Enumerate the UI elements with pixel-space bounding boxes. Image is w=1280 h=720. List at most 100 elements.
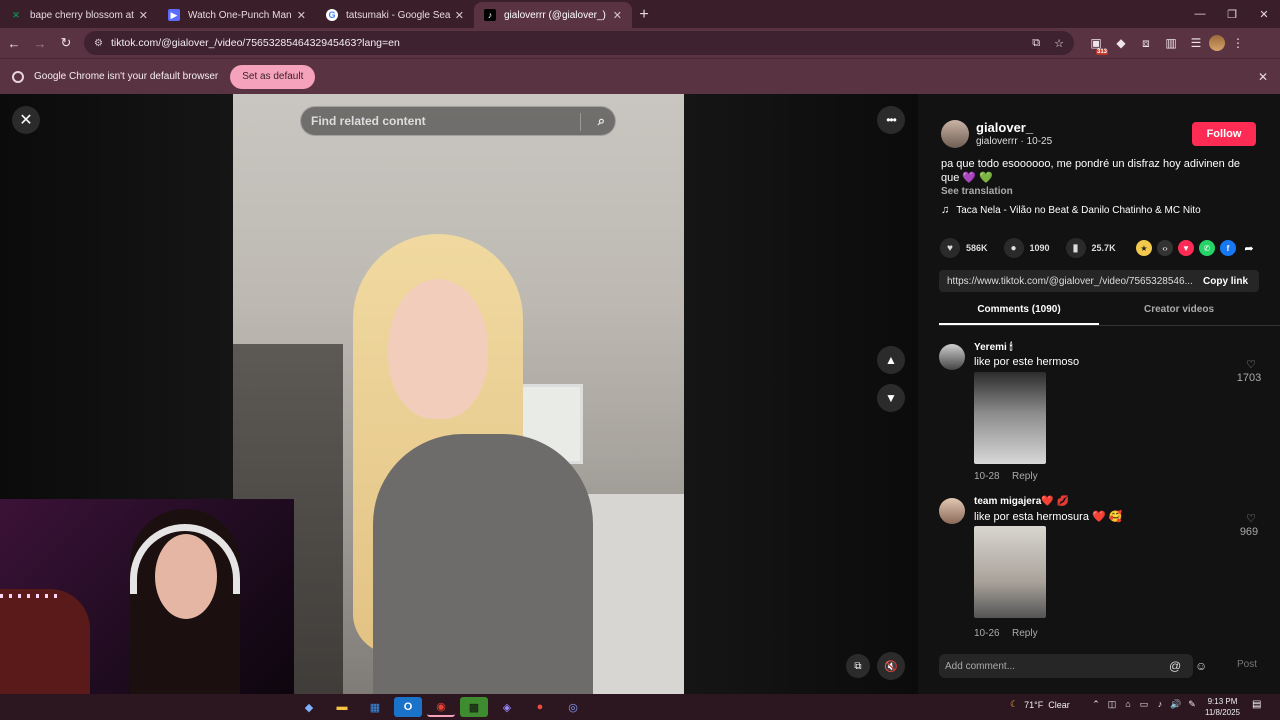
emoji-icon[interactable]: ☺	[1195, 659, 1207, 673]
back-icon[interactable]: ←	[2, 31, 26, 55]
bookmark-star-icon[interactable]: ☆	[1054, 37, 1064, 50]
infobar-message: Google Chrome isn't your default browser	[34, 71, 219, 82]
tab-title: bape cherry blossom at StockX	[30, 9, 135, 21]
chevron-up-icon[interactable]: ⌃	[1088, 699, 1104, 710]
music-note-icon: ♫	[941, 204, 950, 216]
clock[interactable]: 9:13 PM 11/8/2025	[1205, 696, 1240, 718]
search-divider	[580, 113, 581, 131]
window-controls: — ❐ ✕	[1184, 0, 1280, 28]
repost-icon[interactable]: ★	[1136, 240, 1152, 256]
post-comment-button[interactable]: Post	[1237, 659, 1257, 670]
app-icon[interactable]: ◈	[493, 697, 521, 717]
notification-icon[interactable]: ▤	[1252, 699, 1261, 710]
mention-icon[interactable]: @	[1169, 659, 1181, 673]
discord-icon[interactable]: ◎	[559, 697, 587, 717]
side-panel-icon[interactable]: ▥	[1159, 31, 1183, 55]
send-icon[interactable]: ▼	[1178, 240, 1194, 256]
game-icon[interactable]: ●	[526, 697, 554, 717]
commenter-name[interactable]: Yeremi 🕯	[974, 342, 1012, 353]
file-explorer-icon[interactable]: ▬	[328, 697, 356, 717]
whatsapp-icon[interactable]: ✆	[1199, 240, 1215, 256]
default-browser-infobar: Google Chrome isn't your default browser…	[0, 58, 1280, 94]
restore-icon[interactable]: ❐	[1216, 0, 1248, 28]
tab-strip: ✕ bape cherry blossom at StockX ✕ ▶ Watc…	[0, 0, 1280, 28]
follow-button[interactable]: Follow	[1192, 122, 1256, 146]
embed-icon[interactable]: ‹›	[1157, 240, 1173, 256]
copilot-icon[interactable]: ◆	[295, 697, 323, 717]
close-video-button[interactable]: ✕	[12, 106, 40, 134]
commenter-avatar[interactable]	[939, 344, 965, 370]
address-bar[interactable]: ⚙ tiktok.com/@gialover_/video/7565328546…	[84, 31, 1074, 55]
comment-image[interactable]	[974, 526, 1046, 618]
extensions-puzzle-icon[interactable]: ⧈	[1134, 31, 1158, 55]
close-tab-icon[interactable]: ✕	[297, 9, 306, 22]
mic-icon[interactable]: ♪	[1152, 699, 1168, 710]
url-text[interactable]: tiktok.com/@gialover_/video/756532854643…	[111, 37, 1018, 49]
minimize-icon[interactable]: —	[1184, 0, 1216, 28]
copy-link-button[interactable]: Copy link	[1203, 276, 1248, 287]
search-icon[interactable]: ⌕	[598, 113, 605, 129]
chrome-taskbar-icon[interactable]: ◉	[427, 697, 455, 717]
volume-icon[interactable]: 🔊	[1168, 699, 1184, 710]
commenter-name[interactable]: team migajera❤️ 💋	[974, 496, 1069, 507]
weather-widget[interactable]: ☾ 71°F Clear	[1010, 699, 1070, 710]
outlook-icon[interactable]: O	[394, 697, 422, 717]
share-link-url[interactable]: https://www.tiktok.com/@gialover_/video/…	[947, 276, 1193, 287]
site-info-icon[interactable]: ⚙	[94, 38, 103, 49]
like-stat[interactable]: ♥ 586K	[940, 238, 988, 258]
save-stat[interactable]: ▮ 25.7K	[1065, 238, 1116, 258]
close-tab-icon[interactable]: ✕	[139, 9, 148, 22]
close-infobar-icon[interactable]: ✕	[1258, 70, 1268, 84]
previous-video-button[interactable]: ▲	[877, 346, 905, 374]
close-window-icon[interactable]: ✕	[1248, 0, 1280, 28]
profile-avatar[interactable]	[1209, 35, 1225, 51]
forward-icon[interactable]: →	[28, 31, 52, 55]
minecraft-icon[interactable]: ▩	[460, 697, 488, 717]
author-name[interactable]: gialover_	[976, 120, 1033, 135]
mute-button[interactable]: 🔇	[877, 652, 905, 680]
reply-link[interactable]: Reply	[1012, 628, 1038, 639]
close-tab-icon[interactable]: ✕	[455, 9, 464, 22]
browser-toolbar: ← → ↻ ⚙ tiktok.com/@gialover_/video/7565…	[0, 28, 1280, 58]
share-arrow-icon[interactable]: ➦	[1241, 240, 1257, 256]
add-comment-input[interactable]: Add comment... @ ☺	[939, 654, 1207, 678]
set-default-button[interactable]: Set as default	[230, 64, 316, 89]
tab-stockx[interactable]: ✕ bape cherry blossom at StockX ✕	[0, 2, 158, 28]
author-avatar[interactable]	[941, 120, 969, 148]
reply-link[interactable]: Reply	[1012, 471, 1038, 482]
heart-outline-icon[interactable]: ♡	[1239, 358, 1263, 371]
more-options-button[interactable]: •••	[877, 106, 905, 134]
related-search-input[interactable]: Find related content ⌕	[300, 106, 616, 136]
new-tab-button[interactable]: +	[632, 2, 656, 28]
close-tab-icon[interactable]: ✕	[613, 9, 622, 22]
commenter-avatar[interactable]	[939, 498, 965, 524]
picture-in-picture-button[interactable]: ⧉	[846, 654, 870, 678]
menu-kebab-icon[interactable]: ⋮	[1226, 31, 1250, 55]
comment-image[interactable]	[974, 372, 1046, 464]
reload-icon[interactable]: ↻	[54, 31, 78, 55]
tab-google[interactable]: G tatsumaki - Google Search ✕	[316, 2, 474, 28]
save-count: 25.7K	[1091, 243, 1116, 253]
video-player[interactable]	[233, 94, 684, 694]
tab-tiktok[interactable]: ♪ gialoverrr (@gialover_) | TikTok ✕	[474, 2, 632, 28]
post-caption: pa que todo esoooooo, me pondré un disfr…	[941, 158, 1241, 184]
tab-comments[interactable]: Comments (1090)	[939, 304, 1099, 325]
pen-icon[interactable]: ✎	[1184, 699, 1200, 710]
media-control-icon[interactable]: ☰	[1184, 31, 1208, 55]
heart-outline-icon[interactable]: ♡	[1239, 512, 1263, 525]
next-video-button[interactable]: ▼	[877, 384, 905, 412]
tray-app-icon[interactable]: ◫	[1104, 699, 1120, 710]
facebook-icon[interactable]: f	[1220, 240, 1236, 256]
panel-tabs: Comments (1090) Creator videos	[939, 304, 1280, 326]
tab-creator-videos[interactable]: Creator videos	[1099, 304, 1259, 325]
store-icon[interactable]: ▦	[361, 697, 389, 717]
music-link[interactable]: ♫ Taca Nela - Vilão no Beat & Danilo Cha…	[941, 204, 1201, 216]
network-icon[interactable]: ⌂	[1120, 699, 1136, 710]
see-translation-link[interactable]: See translation	[941, 186, 1013, 197]
extension-diamond-icon[interactable]: ◆	[1109, 31, 1133, 55]
display-icon[interactable]: ▭	[1136, 699, 1152, 710]
comment-stat[interactable]: ● 1090	[1003, 238, 1050, 258]
install-app-icon[interactable]: ⧉	[1032, 37, 1040, 50]
tab-onepunch[interactable]: ▶ Watch One-Punch Man full HD ✕	[158, 2, 316, 28]
extension-icon[interactable]: ▣ 313	[1084, 31, 1108, 55]
